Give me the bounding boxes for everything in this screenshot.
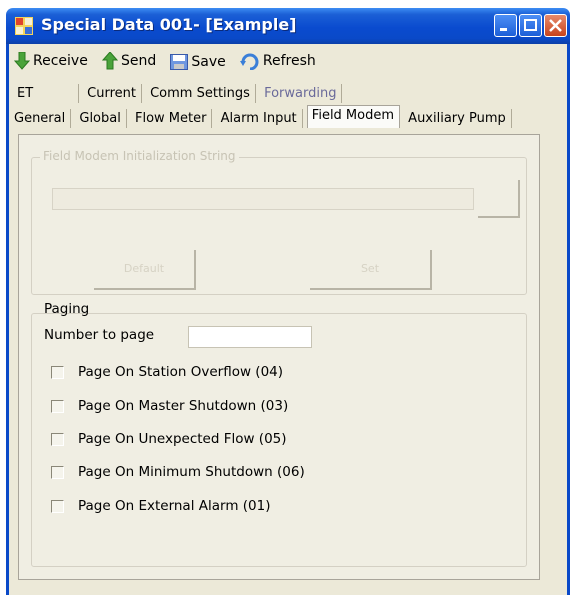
tab-flow-meter[interactable]: Flow Meter xyxy=(131,109,213,128)
send-button[interactable]: Send xyxy=(101,52,157,70)
maximize-button[interactable] xyxy=(519,14,542,37)
tab-row-1: ET Current Comm Settings Forwarding xyxy=(13,84,343,106)
save-label: Save xyxy=(191,54,226,70)
checkbox-row-station-overflow[interactable]: Page On Station Overflow (04) xyxy=(51,364,283,380)
save-button[interactable]: Save xyxy=(170,54,226,70)
checkbox[interactable] xyxy=(51,465,64,479)
tab-field-modem[interactable]: Field Modem xyxy=(306,105,401,128)
tab-auxiliary-pump[interactable]: Auxiliary Pump xyxy=(404,109,512,128)
toolbar: Receive Send Save Refresh xyxy=(14,52,326,76)
number-to-page-input[interactable] xyxy=(188,326,312,348)
down-arrow-icon xyxy=(14,52,30,70)
app-window: Special Data 001- [Example] Receive Send xyxy=(0,0,576,595)
minimize-icon xyxy=(500,28,507,31)
minimize-button[interactable] xyxy=(494,14,517,37)
save-icon xyxy=(170,54,189,70)
tab-forwarding[interactable]: Forwarding xyxy=(260,84,343,103)
window-title: Special Data 001- [Example] xyxy=(41,15,297,34)
field-modem-group-label: Field Modem Initialization String xyxy=(40,149,239,163)
field-modem-group: Field Modem Initialization String Defaul… xyxy=(31,149,527,295)
default-button[interactable]: Default xyxy=(94,250,196,290)
receive-label: Receive xyxy=(33,53,88,69)
tab-global[interactable]: Global xyxy=(75,109,127,128)
app-grid-icon xyxy=(15,17,33,35)
tab-alarm-input[interactable]: Alarm Input xyxy=(217,109,303,128)
tab-current[interactable]: Current xyxy=(83,84,142,103)
checkbox-row-unexpected-flow[interactable]: Page On Unexpected Flow (05) xyxy=(51,431,287,447)
number-to-page-label: Number to page xyxy=(44,327,155,343)
checkbox[interactable] xyxy=(51,499,64,513)
checkbox-row-master-shutdown[interactable]: Page On Master Shutdown (03) xyxy=(51,398,288,414)
close-button[interactable] xyxy=(544,14,567,37)
checkbox-row-minimum-shutdown[interactable]: Page On Minimum Shutdown (06) xyxy=(51,464,305,480)
refresh-button[interactable]: Refresh xyxy=(239,52,316,70)
title-bar[interactable]: Special Data 001- [Example] xyxy=(6,8,570,44)
refresh-label: Refresh xyxy=(262,53,316,69)
checkbox-label: Page On Master Shutdown (03) xyxy=(78,398,289,414)
paging-group-label: Paging xyxy=(44,301,90,317)
up-arrow-icon xyxy=(101,52,118,70)
checkbox[interactable] xyxy=(51,365,64,379)
receive-button[interactable]: Receive xyxy=(14,52,88,70)
checkbox-label: Page On Station Overflow (04) xyxy=(78,364,284,380)
maximize-icon xyxy=(524,19,537,31)
checkbox-row-external-alarm[interactable]: Page On External Alarm (01) xyxy=(51,498,270,514)
browse-button[interactable] xyxy=(478,180,520,218)
checkbox[interactable] xyxy=(51,432,64,446)
checkbox-label: Page On Minimum Shutdown (06) xyxy=(78,464,305,480)
tab-general[interactable]: General xyxy=(10,109,72,128)
close-icon xyxy=(549,19,562,32)
tab-et[interactable]: ET xyxy=(13,84,79,103)
send-label: Send xyxy=(120,53,157,69)
checkbox[interactable] xyxy=(51,399,64,413)
checkbox-label: Page On Unexpected Flow (05) xyxy=(78,431,287,447)
refresh-icon xyxy=(239,53,259,70)
tab-comm-settings[interactable]: Comm Settings xyxy=(146,84,256,103)
set-button[interactable]: Set xyxy=(310,250,432,290)
checkbox-label: Page On External Alarm (01) xyxy=(78,498,271,514)
init-string-input[interactable] xyxy=(52,188,474,210)
tab-row-2: General Global Flow Meter Alarm Input Fi… xyxy=(10,105,512,130)
